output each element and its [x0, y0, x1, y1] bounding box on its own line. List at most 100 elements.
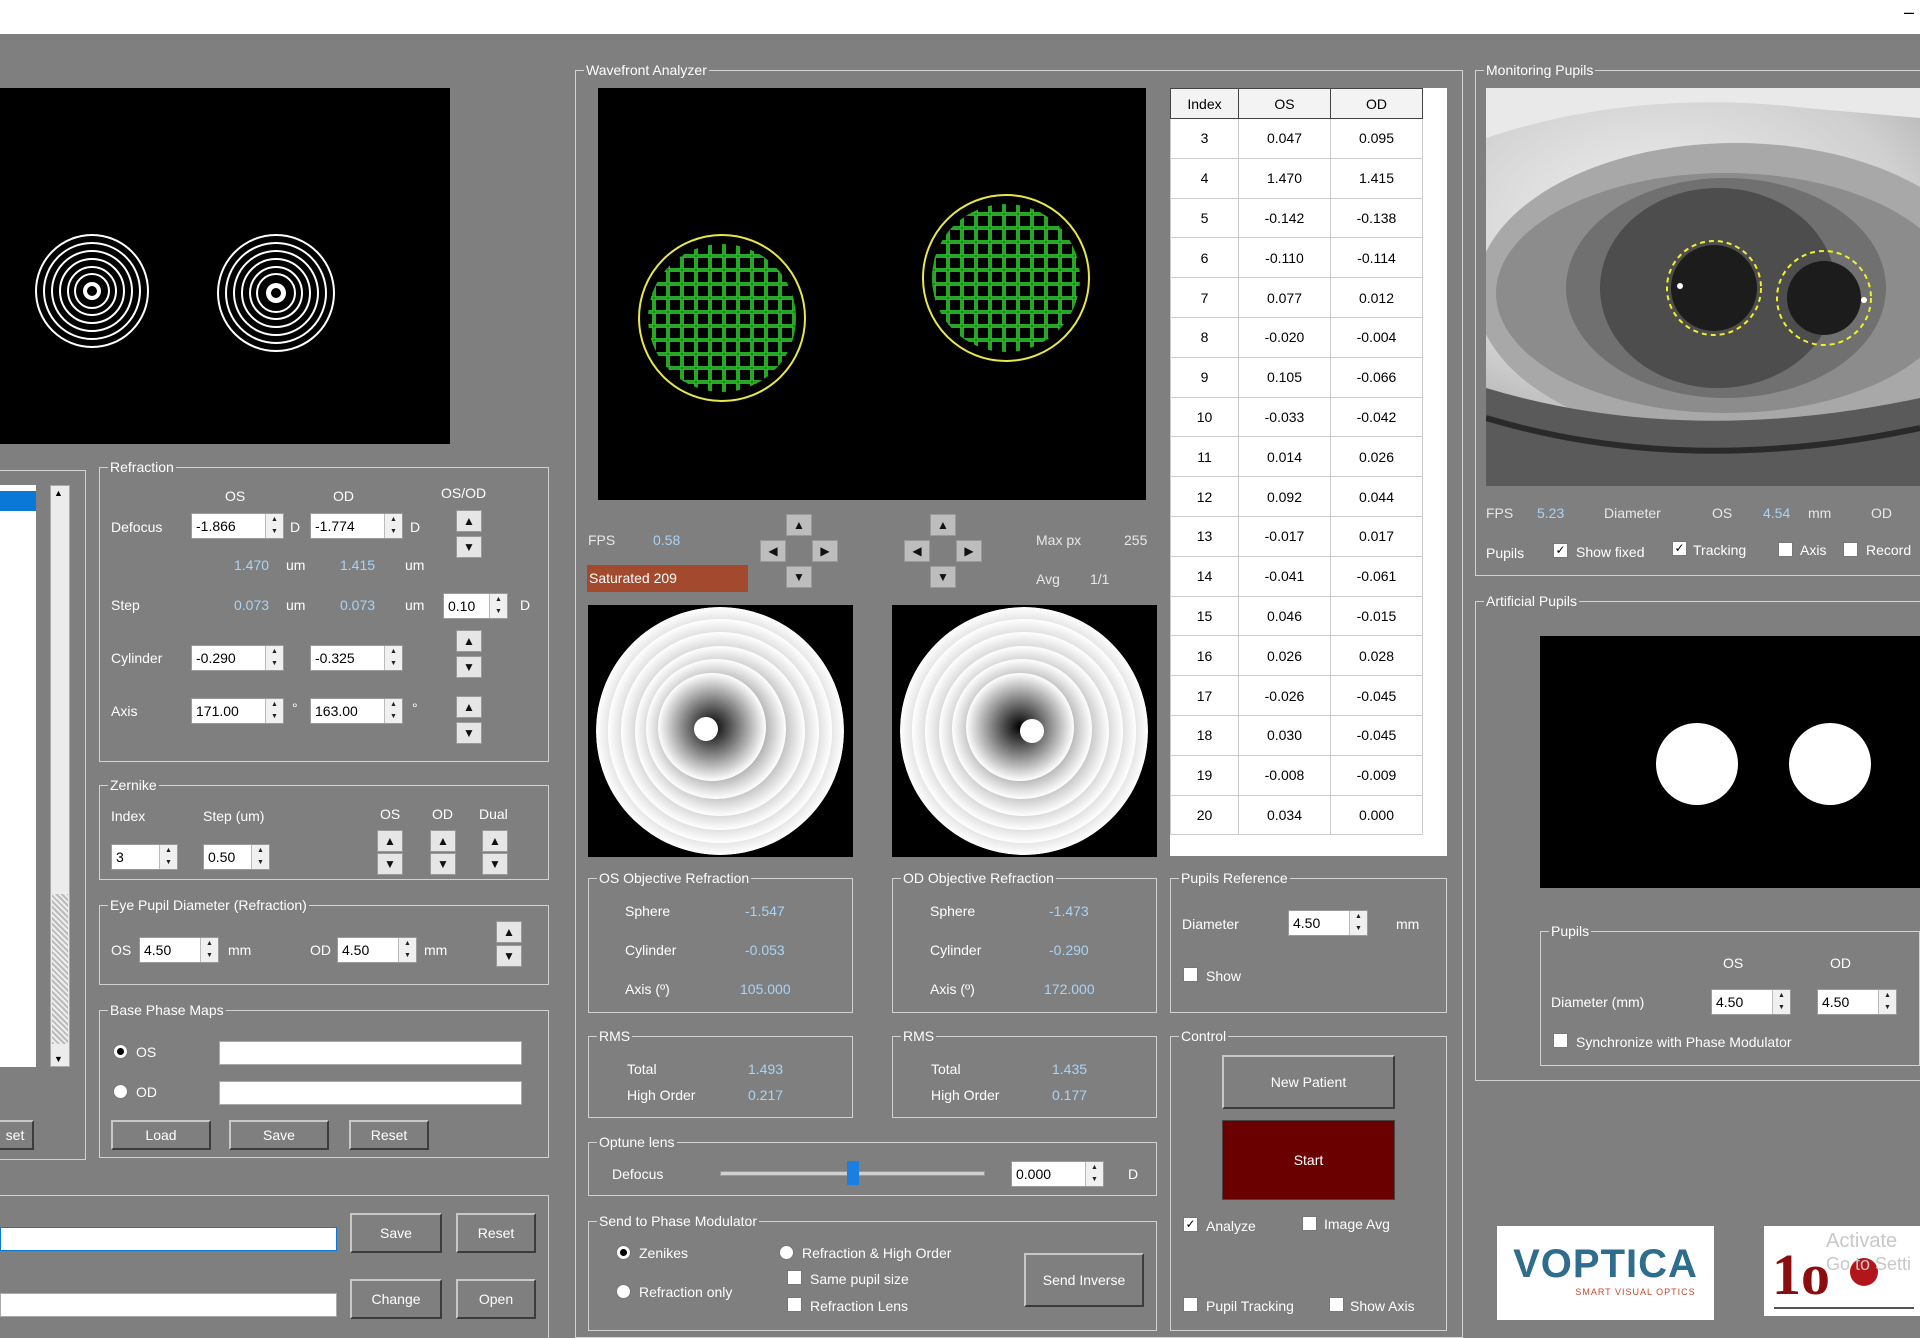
table-row[interactable]: 3 0.047 0.095 — [1170, 118, 1423, 159]
os-pad-up-icon[interactable]: ▲ — [786, 514, 812, 536]
axis-up-button[interactable]: ▲ — [456, 696, 482, 718]
load-button[interactable]: Load — [111, 1120, 211, 1150]
table-row[interactable]: 11 0.014 0.026 — [1170, 436, 1423, 478]
cylinder-od-spinbox[interactable]: -0.325 ▲ ▼ — [310, 645, 403, 671]
zernike-os-up-button[interactable]: ▲ — [377, 830, 403, 852]
refraction-lens-checkbox[interactable] — [787, 1297, 802, 1312]
file-path-input-2[interactable] — [0, 1293, 337, 1317]
table-row[interactable]: 13 -0.017 0.017 — [1170, 515, 1423, 557]
eye-pupil-up-button[interactable]: ▲ — [496, 921, 522, 943]
file-path-input-1[interactable] — [0, 1227, 337, 1251]
cylinder-down-button[interactable]: ▼ — [456, 656, 482, 678]
base-phase-od-radio[interactable] — [113, 1084, 128, 1099]
os-pad-right-icon[interactable]: ▶ — [812, 540, 838, 562]
defocus-od-spinbox[interactable]: -1.774 ▲ ▼ — [310, 513, 403, 539]
table-row[interactable]: 15 0.046 -0.015 — [1170, 595, 1423, 637]
base-phase-os-radio[interactable] — [113, 1044, 128, 1059]
table-row[interactable]: 20 0.034 0.000 — [1170, 794, 1423, 836]
analyze-checkbox[interactable]: ✓ — [1183, 1217, 1198, 1232]
reset-button-partial[interactable]: set — [0, 1120, 34, 1150]
table-row[interactable]: 19 -0.008 -0.009 — [1170, 754, 1423, 796]
refraction-high-order-radio[interactable] — [779, 1245, 794, 1260]
od-pad-down-icon[interactable]: ▼ — [930, 566, 956, 588]
new-patient-button[interactable]: New Patient — [1222, 1055, 1395, 1109]
scrollbar-thumb[interactable] — [52, 894, 68, 1044]
pupils-ref-show-checkbox[interactable] — [1183, 967, 1198, 982]
refraction-only-radio[interactable] — [616, 1284, 631, 1299]
step-spinbox[interactable]: 0.10 ▲ ▼ — [443, 593, 508, 619]
minimize-button[interactable]: – — [1904, 2, 1914, 23]
refraction-only-label: Refraction only — [639, 1284, 733, 1300]
base-phase-od-path[interactable] — [219, 1081, 522, 1105]
os-pad-down-icon[interactable]: ▼ — [786, 566, 812, 588]
show-axis-checkbox[interactable] — [1329, 1297, 1344, 1312]
eye-pupil-od-spinbox[interactable]: 4.50 ▲ ▼ — [337, 937, 417, 963]
file-save-button[interactable]: Save — [350, 1213, 442, 1253]
image-avg-checkbox[interactable] — [1302, 1216, 1317, 1231]
table-row[interactable]: 5 -0.142 -0.138 — [1170, 197, 1423, 239]
cylinder-os-spinbox[interactable]: -0.290 ▲ ▼ — [191, 645, 284, 671]
base-phase-os-path[interactable] — [219, 1041, 522, 1065]
voptica-logo-text: VOPTICA — [1513, 1242, 1698, 1286]
same-pupil-checkbox[interactable] — [787, 1270, 802, 1285]
artificial-od-spinbox[interactable]: 4.50 ▲ ▼ — [1817, 989, 1897, 1015]
zernike-os-down-button[interactable]: ▼ — [377, 853, 403, 875]
table-row[interactable]: 4 1.470 1.415 — [1170, 157, 1423, 199]
od-pad-right-icon[interactable]: ▶ — [956, 540, 982, 562]
pupil-tracking-checkbox[interactable] — [1183, 1297, 1198, 1312]
base-phase-reset-button[interactable]: Reset — [349, 1120, 429, 1150]
base-phase-save-button[interactable]: Save — [229, 1120, 329, 1150]
axis-checkbox[interactable] — [1778, 542, 1793, 557]
axis-os-spinbox[interactable]: 171.00 ▲ ▼ — [191, 698, 284, 724]
send-inverse-button[interactable]: Send Inverse — [1024, 1253, 1144, 1307]
pupils-ref-diameter-spinbox[interactable]: 4.50 ▲ ▼ — [1288, 910, 1368, 936]
record-checkbox[interactable] — [1843, 542, 1858, 557]
axis-down-button[interactable]: ▼ — [456, 722, 482, 744]
zernike-od-up-button[interactable]: ▲ — [430, 830, 456, 852]
table-row[interactable]: 8 -0.020 -0.004 — [1170, 316, 1423, 358]
table-row[interactable]: 10 -0.033 -0.042 — [1170, 396, 1423, 438]
sync-phase-modulator-label: Synchronize with Phase Modulator — [1576, 1034, 1792, 1050]
od-pad-left-icon[interactable]: ◀ — [904, 540, 930, 562]
left-list-scrollbar[interactable]: ▲ ▼ — [50, 485, 70, 1067]
zernike-dual-up-button[interactable]: ▲ — [482, 830, 508, 852]
zernike-od-down-button[interactable]: ▼ — [430, 853, 456, 875]
table-row[interactable]: 7 0.077 0.012 — [1170, 277, 1423, 318]
defocus-up-button[interactable]: ▲ — [456, 510, 482, 532]
eye-pupil-os-spinbox[interactable]: 4.50 ▲ ▼ — [139, 937, 219, 963]
tracking-checkbox[interactable]: ✓ — [1672, 541, 1687, 556]
scroll-up-icon[interactable]: ▲ — [54, 488, 63, 498]
table-row[interactable]: 12 0.092 0.044 — [1170, 476, 1423, 517]
optune-defocus-spinbox[interactable]: 0.000 ▲ ▼ — [1011, 1161, 1104, 1187]
zernike-dual-down-button[interactable]: ▼ — [482, 853, 508, 875]
table-row[interactable]: 18 0.030 -0.045 — [1170, 714, 1423, 756]
defocus-down-button[interactable]: ▼ — [456, 536, 482, 558]
table-row[interactable]: 16 0.026 0.028 — [1170, 635, 1423, 677]
show-fixed-checkbox[interactable]: ✓ — [1553, 543, 1568, 558]
change-button[interactable]: Change — [350, 1279, 442, 1319]
table-row[interactable]: 17 -0.026 -0.045 — [1170, 675, 1423, 716]
zernike-index-spinbox[interactable]: 3 ▲ ▼ — [111, 844, 178, 870]
start-button[interactable]: Start — [1222, 1120, 1395, 1200]
file-reset-button[interactable]: Reset — [456, 1213, 536, 1253]
open-button[interactable]: Open — [456, 1279, 536, 1319]
zernikes-radio[interactable] — [616, 1245, 631, 1260]
defocus-os-spinbox[interactable]: -1.866 ▲ ▼ — [191, 513, 284, 539]
table-row[interactable]: 14 -0.041 -0.061 — [1170, 555, 1423, 597]
avg-value: 1/1 — [1090, 571, 1110, 587]
table-row[interactable]: 6 -0.110 -0.114 — [1170, 237, 1423, 279]
rms-od-total-label: Total — [931, 1061, 961, 1077]
zernike-step-spinbox[interactable]: 0.50 ▲ ▼ — [203, 844, 270, 870]
cylinder-up-button[interactable]: ▲ — [456, 630, 482, 652]
eye-pupil-down-button[interactable]: ▼ — [496, 945, 522, 967]
os-pad-left-icon[interactable]: ◀ — [760, 540, 786, 562]
optune-slider-thumb[interactable] — [846, 1161, 859, 1185]
sync-phase-modulator-checkbox[interactable] — [1553, 1033, 1568, 1048]
od-pad-up-icon[interactable]: ▲ — [930, 514, 956, 536]
scroll-down-icon[interactable]: ▼ — [54, 1054, 63, 1064]
step-label: Step — [111, 597, 140, 613]
axis-od-spinbox[interactable]: 163.00 ▲ ▼ — [310, 698, 403, 724]
zernike-coefficients-table[interactable]: Index OS OD 3 0.047 0.095 4 1.470 1.415 5 -0.14… — [1170, 88, 1447, 856]
table-row[interactable]: 9 0.105 -0.066 — [1170, 356, 1423, 398]
artificial-os-spinbox[interactable]: 4.50 ▲ ▼ — [1711, 989, 1791, 1015]
